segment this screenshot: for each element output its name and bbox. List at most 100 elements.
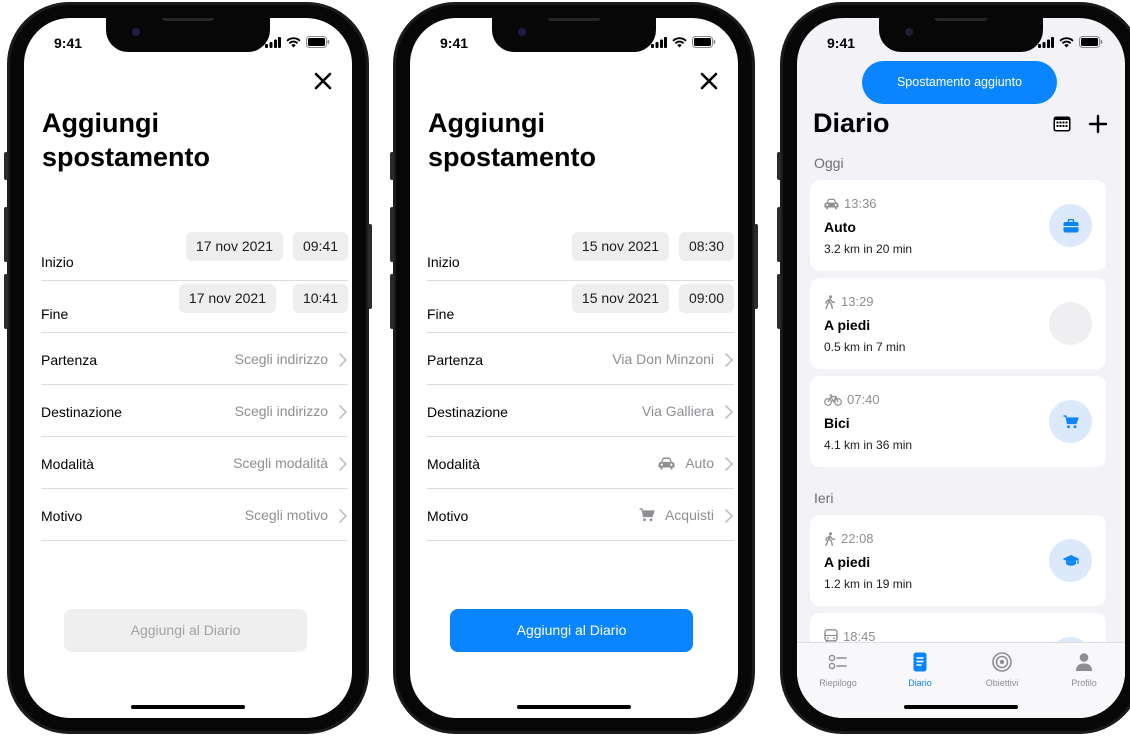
tab-summary[interactable]: Riepilogo xyxy=(797,651,879,688)
section-today: Oggi xyxy=(814,155,844,171)
start-row: Inizio 17 nov 2021 09:41 xyxy=(41,229,348,281)
end-date-picker[interactable]: 15 nov 2021 xyxy=(571,284,669,313)
profile-icon xyxy=(1076,653,1092,671)
trip-time: 07:40 xyxy=(847,392,880,407)
end-date-picker[interactable]: 17 nov 2021 xyxy=(178,284,276,313)
reason-row[interactable]: Motivo Acquisti xyxy=(427,489,734,541)
section-yesterday: Ieri xyxy=(814,490,834,506)
start-time-picker[interactable]: 08:30 xyxy=(678,232,734,261)
add-to-diary-button[interactable]: Aggiungi al Diario xyxy=(64,609,307,652)
reason-label: Motivo xyxy=(427,508,469,524)
trip-distance: 1.2 km in 19 min xyxy=(824,577,913,591)
trip-mode: Auto xyxy=(824,219,856,235)
destination-row[interactable]: Destinazione Scegli indirizzo xyxy=(41,385,348,437)
chevron-right-icon xyxy=(339,405,347,419)
target-icon xyxy=(992,652,1012,672)
reason-badge[interactable] xyxy=(1049,400,1092,443)
tab-label: Riepilogo xyxy=(819,678,857,688)
trip-time: 13:29 xyxy=(841,294,874,309)
destination-value: Via Galliera xyxy=(641,403,714,419)
end-time-picker[interactable]: 10:41 xyxy=(292,284,348,313)
page-title: Aggiungi spostamento xyxy=(428,108,597,172)
chevron-right-icon xyxy=(339,353,347,367)
briefcase-icon xyxy=(1063,218,1078,232)
departure-label: Partenza xyxy=(427,352,484,368)
trip-distance: 4.1 km in 36 min xyxy=(824,438,913,452)
cart-icon xyxy=(1063,414,1079,428)
phone-add-trip-empty: 9:41 Aggiungi spostamento Inizio 17 nov … xyxy=(4,2,372,734)
home-indicator xyxy=(904,705,1018,709)
cart-icon xyxy=(639,508,655,522)
trip-card[interactable]: 13:36 Auto 3.2 km in 20 min xyxy=(810,180,1106,271)
trip-card[interactable]: 22:08 A piedi 1.2 km in 19 min xyxy=(810,515,1106,606)
add-icon[interactable] xyxy=(1088,114,1108,134)
trip-form: Inizio 15 nov 2021 08:30 Fine 15 nov 202… xyxy=(427,229,734,541)
reason-label: Motivo xyxy=(41,508,83,524)
trip-mode: A piedi xyxy=(824,554,871,570)
tab-profile[interactable]: Profilo xyxy=(1043,651,1125,688)
departure-row[interactable]: Partenza Via Don Minzoni xyxy=(427,333,734,385)
mode-label: Modalità xyxy=(427,456,480,472)
chevron-right-icon xyxy=(725,353,733,367)
bike-icon xyxy=(824,393,842,406)
reason-badge[interactable] xyxy=(1049,539,1092,582)
tab-diary[interactable]: Diario xyxy=(879,651,961,688)
reason-badge-empty[interactable] xyxy=(1049,302,1092,345)
trip-card[interactable]: 07:40 Bici 4.1 km in 36 min xyxy=(810,376,1106,467)
end-time-picker[interactable]: 09:00 xyxy=(678,284,734,313)
walk-icon xyxy=(825,531,836,546)
start-label: Inizio xyxy=(41,254,74,270)
battery-icon xyxy=(692,36,716,48)
status-time: 9:41 xyxy=(440,35,469,51)
stage: 9:41 Aggiungi spostamento Inizio 17 nov … xyxy=(0,0,1130,736)
start-date-picker[interactable]: 17 nov 2021 xyxy=(185,232,283,261)
chevron-right-icon xyxy=(725,457,733,471)
phone-diary: 9:41 Spostamento aggiunto Diario Oggi 13… xyxy=(777,2,1130,734)
destination-label: Destinazione xyxy=(41,404,122,420)
end-label: Fine xyxy=(427,306,455,322)
chevron-right-icon xyxy=(339,509,347,523)
tab-label: Profilo xyxy=(1071,678,1097,688)
mode-row[interactable]: Modalità Scegli modalità xyxy=(41,437,348,489)
start-time-picker[interactable]: 09:41 xyxy=(292,232,348,261)
trip-distance: 3.2 km in 20 min xyxy=(824,242,913,256)
departure-value: Via Don Minzoni xyxy=(612,351,714,367)
start-date-picker[interactable]: 15 nov 2021 xyxy=(571,232,669,261)
departure-label: Partenza xyxy=(41,352,98,368)
tab-goals[interactable]: Obiettivi xyxy=(961,651,1043,688)
end-row: Fine 15 nov 2021 09:00 xyxy=(427,281,734,333)
reason-badge[interactable] xyxy=(1049,204,1092,247)
home-indicator xyxy=(131,705,245,709)
close-icon[interactable] xyxy=(312,70,334,92)
wifi-icon xyxy=(286,36,301,47)
trip-mode: A piedi xyxy=(824,317,871,333)
trip-form: Inizio 17 nov 2021 09:41 Fine 17 nov 202… xyxy=(41,229,348,541)
reason-row[interactable]: Motivo Scegli motivo xyxy=(41,489,348,541)
toast-notification: Spostamento aggiunto xyxy=(862,61,1057,104)
tab-label: Obiettivi xyxy=(985,678,1019,688)
calendar-icon[interactable] xyxy=(1053,116,1071,132)
battery-icon xyxy=(306,36,330,48)
add-to-diary-button[interactable]: Aggiungi al Diario xyxy=(450,609,693,652)
destination-row[interactable]: Destinazione Via Galliera xyxy=(427,385,734,437)
end-row: Fine 17 nov 2021 10:41 xyxy=(41,281,348,333)
mode-row[interactable]: Modalità Auto xyxy=(427,437,734,489)
car-icon xyxy=(824,198,839,209)
screen: 9:41 Aggiungi spostamento Inizio 17 nov … xyxy=(24,18,352,718)
diary-icon xyxy=(913,652,927,672)
tab-bar: Riepilogo Diario Obiettivi Profilo xyxy=(797,642,1125,718)
trip-mode: Bici xyxy=(824,415,850,431)
end-label: Fine xyxy=(41,306,69,322)
list-icon xyxy=(828,654,847,670)
phone-add-trip-filled: 9:41 Aggiungi spostamento Inizio 15 nov … xyxy=(390,2,758,734)
chevron-right-icon xyxy=(339,457,347,471)
close-icon[interactable] xyxy=(698,70,720,92)
home-indicator xyxy=(517,705,631,709)
status-time: 9:41 xyxy=(827,35,856,51)
destination-value: Scegli indirizzo xyxy=(234,403,328,419)
wifi-icon xyxy=(1059,36,1074,47)
start-row: Inizio 15 nov 2021 08:30 xyxy=(427,229,734,281)
departure-row[interactable]: Partenza Scegli indirizzo xyxy=(41,333,348,385)
screen: 9:41 Aggiungi spostamento Inizio 15 nov … xyxy=(410,18,738,718)
trip-card[interactable]: 13:29 A piedi 0.5 km in 7 min xyxy=(810,278,1106,369)
